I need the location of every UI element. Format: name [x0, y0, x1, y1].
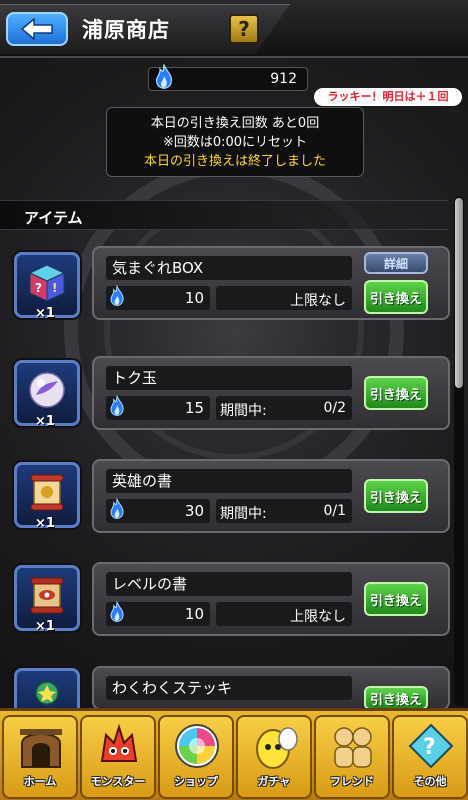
item-icon-toku-dama[interactable]: ×1 — [14, 360, 80, 429]
item-name: 気まぐれBOX — [106, 256, 352, 280]
header-bar: 浦原商店 ? — [0, 0, 468, 58]
gacha-egg-icon — [256, 727, 298, 769]
item-limit: 期間中: 0/1 — [216, 499, 352, 523]
reset-note-text: ※回数は0:00にリセット — [162, 135, 308, 150]
item-icon-eiyu-no-sho[interactable]: ×1 — [14, 462, 80, 531]
exchange-button[interactable]: 引き換え — [364, 582, 428, 616]
item-limit-value: 上限なし — [290, 609, 346, 625]
nav-other[interactable]: ? その他 — [392, 715, 468, 799]
page-title: 浦原商店 — [82, 18, 170, 42]
rainbow-orb-icon — [175, 724, 219, 768]
item-cost: 10 — [106, 284, 210, 310]
item-card: わくわくステッキ 引き換え — [92, 666, 450, 710]
item-quantity: ×1 — [35, 516, 55, 531]
nav-gacha[interactable]: ガチャ — [236, 715, 312, 799]
item-cost-value: 15 — [184, 399, 204, 417]
item-limit-value: 0/2 — [323, 400, 346, 416]
currency-amount: 912 — [270, 71, 297, 87]
item-card: トク玉 15 期間中: 0/2 引き換え — [92, 356, 450, 430]
nav-shop[interactable]: ショップ — [158, 715, 234, 799]
exchange-info-box: 本日の引き換え回数 あと0回 ※回数は0:00にリセット 本日の引き換えは終了し… — [106, 107, 364, 177]
bottom-nav: ホーム モンスター ショップ ガチャ フレンド ? その他 — [0, 708, 468, 800]
blue-flame-icon — [110, 600, 124, 622]
blue-flame-icon — [110, 497, 124, 519]
nav-label: ガチャ — [257, 775, 291, 788]
nav-label: モンスター — [90, 775, 146, 788]
lucky-banner: ラッキー！明日は＋１回 — [314, 88, 462, 106]
blue-flame-icon — [110, 394, 124, 416]
svg-text:!: ! — [52, 281, 57, 295]
item-name: わくわくステッキ — [106, 676, 352, 700]
home-icon — [20, 729, 62, 768]
item-cost: 15 — [106, 394, 210, 420]
svg-text:?: ? — [423, 735, 436, 760]
item-quantity: ×1 — [35, 306, 55, 321]
item-quantity: ×1 — [35, 619, 55, 634]
exchange-button[interactable]: 引き換え — [364, 686, 428, 710]
scrollbar-thumb[interactable] — [455, 198, 463, 388]
item-limit-label: 期間中: — [220, 403, 267, 419]
item-icon-kimagure-box[interactable]: ? ! ×1 — [14, 252, 80, 321]
nav-label: ショップ — [174, 775, 218, 788]
item-limit-label: 期間中: — [220, 506, 267, 522]
item-cost: 10 — [106, 600, 210, 626]
nav-label: ホーム — [23, 775, 57, 788]
item-card: 気まぐれBOX 10 上限なし 詳細 引き換え — [92, 246, 450, 320]
mystery-box-icon: ? ! — [28, 264, 66, 302]
item-limit: 上限なし — [216, 286, 352, 310]
exchange-button[interactable]: 引き換え — [364, 376, 428, 410]
orb-icon — [29, 372, 65, 408]
blue-flame-icon — [110, 284, 124, 306]
nav-home[interactable]: ホーム — [2, 715, 78, 799]
currency-display: 912 — [148, 64, 308, 91]
section-header: アイテム — [0, 200, 448, 230]
scroll-icon — [30, 577, 64, 614]
nav-friend[interactable]: フレンド — [314, 715, 390, 799]
section-title: アイテム — [24, 209, 83, 227]
item-cost-value: 10 — [184, 605, 204, 623]
item-icon-level-no-sho[interactable]: ×1 — [14, 565, 80, 634]
help-button[interactable]: ? — [229, 14, 259, 44]
friends-icon — [334, 727, 372, 768]
exchange-button[interactable]: 引き換え — [364, 479, 428, 513]
item-cost: 30 — [106, 497, 210, 523]
exchange-ended-text: 本日の引き換えは終了しました — [143, 154, 326, 169]
item-limit: 上限なし — [216, 602, 352, 626]
exchange-button[interactable]: 引き換え — [364, 280, 428, 314]
detail-button[interactable]: 詳細 — [364, 252, 428, 274]
item-cost-value: 30 — [184, 502, 204, 520]
monster-icon — [100, 723, 138, 762]
back-button[interactable] — [6, 12, 68, 46]
item-limit: 期間中: 0/2 — [216, 396, 352, 420]
nav-label: その他 — [413, 775, 447, 788]
item-limit-value: 上限なし — [290, 293, 346, 309]
item-card: 英雄の書 30 期間中: 0/1 引き換え — [92, 459, 450, 533]
scroll-icon — [30, 474, 64, 511]
item-quantity: ×1 — [35, 414, 55, 429]
remaining-count-text: 本日の引き換え回数 あと0回 — [150, 116, 320, 131]
item-card: レベルの書 10 上限なし 引き換え — [92, 562, 450, 636]
svg-text:?: ? — [35, 281, 42, 295]
item-name: レベルの書 — [106, 572, 352, 596]
nav-label: フレンド — [330, 775, 374, 788]
item-limit-value: 0/1 — [323, 503, 346, 519]
back-arrow-icon — [20, 18, 53, 40]
nav-monster[interactable]: モンスター — [80, 715, 156, 799]
item-name: トク玉 — [106, 366, 352, 390]
item-name: 英雄の書 — [106, 469, 352, 493]
blue-flame-icon — [155, 64, 172, 89]
item-cost-value: 10 — [184, 289, 204, 307]
question-sign-icon: ? — [408, 723, 454, 769]
